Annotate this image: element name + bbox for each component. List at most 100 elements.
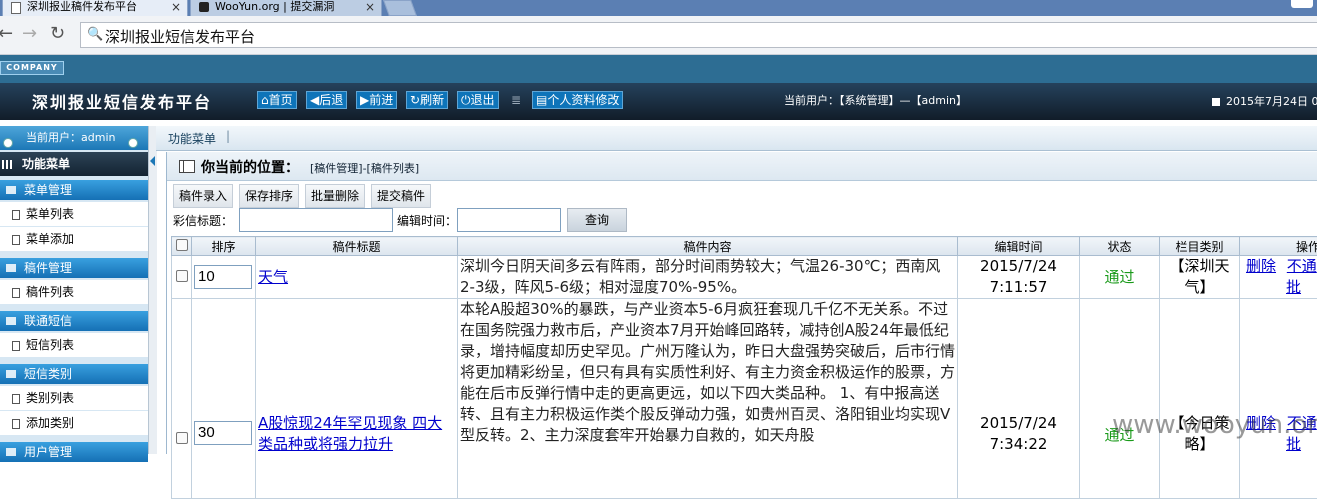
article-title-link[interactable]: 天气 [258, 268, 288, 286]
table-row: A股惊现24年罕见现象 四大类品种或将强力拉升 本轮A股超30%的暴跌，与产业资… [172, 299, 1317, 499]
category-cell: 【今日策略】 [1160, 299, 1240, 499]
search-icon: 🔍 [87, 27, 103, 42]
sort-input[interactable] [194, 265, 252, 289]
profile-edit-button[interactable]: ▤个人资料修改 [532, 91, 623, 109]
function-menu-label[interactable]: 功能菜单 [168, 130, 216, 147]
sort-cell [192, 299, 256, 499]
sidebar-user-bar: 当前用户：admin [0, 126, 148, 150]
operation-cell: 删除 不通 批 [1240, 256, 1317, 299]
save-sort-button[interactable]: 保存排序 [239, 184, 299, 208]
company-logo: COMPANY [0, 61, 64, 75]
browser-toolbar: ← → ↻ 🔍 深圳报业短信发布平台 [0, 16, 1317, 55]
sidebar-group-menu-mgmt[interactable]: 菜单管理 [0, 180, 148, 200]
address-text: 深圳报业短信发布平台 [105, 26, 255, 47]
sidebar-current-user: 当前用户：admin [26, 126, 115, 150]
edit-clock: 7:11:57 [960, 277, 1077, 298]
time-filter-input[interactable] [457, 208, 561, 232]
sidebar-group-sms-category[interactable]: 短信类别 [0, 364, 148, 384]
delete-link[interactable]: 删除 [1246, 257, 1276, 275]
document-icon [12, 341, 20, 351]
status-badge: 通过 [1080, 299, 1160, 499]
reject-link[interactable]: 不通 [1287, 257, 1317, 275]
row-checkbox[interactable] [176, 270, 188, 282]
group-icon [6, 370, 16, 378]
forward-arrow-icon[interactable]: → [22, 23, 37, 44]
operation-cell: 删除 不通 批 [1240, 299, 1317, 499]
article-table: 排序 稿件标题 稿件内容 编辑时间 状态 栏目类别 操作 天气 深圳今日阴天间多… [171, 236, 1317, 499]
approve-link[interactable]: 批 [1286, 278, 1301, 296]
row-checkbox[interactable] [176, 432, 188, 444]
select-all-checkbox[interactable] [176, 239, 188, 251]
article-title-link[interactable]: A股惊现24年罕见现象 四大类品种或将强力拉升 [258, 414, 442, 453]
header-top-strip: COMPANY [0, 55, 1317, 83]
batch-delete-button[interactable]: 批量删除 [305, 184, 365, 208]
window-control-icon[interactable] [1291, 0, 1313, 8]
title-filter-input[interactable] [239, 208, 393, 232]
sidebar: 当前用户：admin 功能菜单 菜单管理 菜单列表 菜单添加 稿件管理 稿件列表… [0, 126, 148, 454]
add-article-button[interactable]: 稿件录入 [173, 184, 233, 208]
function-menu-bar: 功能菜单 | [156, 126, 1317, 151]
column-header: 栏目类别 [1160, 237, 1240, 256]
power-icon: ⏻ [461, 93, 471, 107]
logout-button[interactable]: ⏻退出 [457, 91, 499, 109]
back-arrow-icon[interactable]: ← [0, 23, 13, 44]
forward-icon: ▶ [360, 93, 369, 107]
refresh-button[interactable]: ↻刷新 [406, 91, 448, 109]
sidebar-group-article-mgmt[interactable]: 稿件管理 [0, 258, 148, 278]
forward-button[interactable]: ▶前进 [356, 91, 397, 109]
tab-close-icon[interactable]: × [365, 0, 375, 14]
pin-icon [128, 138, 138, 148]
main-content: 你当前的位置： [稿件管理]-[稿件列表] 稿件录入 保存排序 批量删除 提交稿… [166, 152, 1317, 454]
location-label: 你当前的位置： [201, 157, 299, 177]
back-button[interactable]: ◀后退 [306, 91, 347, 109]
document-icon [12, 394, 20, 404]
title-cell: 天气 [256, 256, 458, 299]
address-bar[interactable]: 🔍 深圳报业短信发布平台 [80, 22, 1317, 48]
header-separator-icon: ≣ [511, 93, 521, 107]
sidebar-item-article-list[interactable]: 稿件列表 [0, 280, 148, 304]
tab-title: WooYun.org | 提交漏洞 [215, 0, 334, 14]
document-icon [12, 288, 20, 298]
submit-article-button[interactable]: 提交稿件 [371, 184, 431, 208]
sidebar-item-category-list[interactable]: 类别列表 [0, 386, 148, 410]
row-select-cell [172, 256, 192, 299]
status-badge: 通过 [1080, 256, 1160, 299]
tab-close-icon[interactable]: × [171, 0, 181, 14]
browser-tab-strip: 深圳报业稿件发布平台 × WooYun.org | 提交漏洞 × [0, 0, 1317, 16]
column-header: 稿件内容 [458, 237, 958, 256]
sort-input[interactable] [194, 421, 252, 445]
page-doc-icon [11, 2, 21, 14]
group-icon [6, 448, 16, 456]
header-main-bar: 深圳报业短信发布平台 ⌂首页 ◀后退 ▶前进 ↻刷新 ⏻退出 ≣ ▤个人资料修改… [0, 83, 1317, 120]
current-user-label: 当前用户：【系统管理】—【admin】 [784, 92, 967, 108]
sidebar-item-sms-list[interactable]: 短信列表 [0, 333, 148, 357]
new-tab-button[interactable] [383, 0, 417, 16]
select-all-header[interactable] [172, 237, 192, 256]
article-content: 深圳今日阴天间多云有阵雨，部分时间雨势较大；气温26-30℃；西南风2-3级，阵… [458, 256, 958, 299]
row-select-cell [172, 299, 192, 499]
sidebar-item-menu-add[interactable]: 菜单添加 [0, 227, 148, 251]
home-icon: ⌂ [261, 93, 269, 107]
sidebar-group-unicom-sms[interactable]: 联通短信 [0, 311, 148, 331]
sidebar-item-category-add[interactable]: 添加类别 [0, 411, 148, 435]
column-header: 状态 [1080, 237, 1160, 256]
home-button[interactable]: ⌂首页 [257, 91, 297, 109]
pin-icon [3, 138, 13, 148]
sidebar-group-user-mgmt[interactable]: 用户管理 [0, 442, 148, 462]
browser-tab-active[interactable]: 深圳报业稿件发布平台 × [2, 0, 188, 16]
table-row: 天气 深圳今日阴天间多云有阵雨，部分时间雨势较大；气温26-30℃；西南风2-3… [172, 256, 1317, 299]
reload-icon[interactable]: ↻ [50, 23, 65, 44]
breadcrumb: [稿件管理]-[稿件列表] [310, 160, 419, 176]
column-header: 编辑时间 [958, 237, 1080, 256]
document-icon [12, 419, 20, 429]
sidebar-collapse-handle[interactable] [148, 126, 157, 454]
edit-date: 2015/7/24 [960, 413, 1077, 434]
window-icon [179, 160, 195, 173]
location-bar: 你当前的位置： [稿件管理]-[稿件列表] [167, 152, 1317, 181]
browser-tab-wooyun[interactable]: WooYun.org | 提交漏洞 × [190, 0, 382, 16]
time-filter-label: 编辑时间： [397, 212, 457, 229]
date-label: 2015年7月24日 0 [1212, 93, 1317, 109]
query-button[interactable]: 查询 [567, 208, 627, 232]
sidebar-item-menu-list[interactable]: 菜单列表 [0, 202, 148, 226]
document-icon [12, 210, 20, 220]
